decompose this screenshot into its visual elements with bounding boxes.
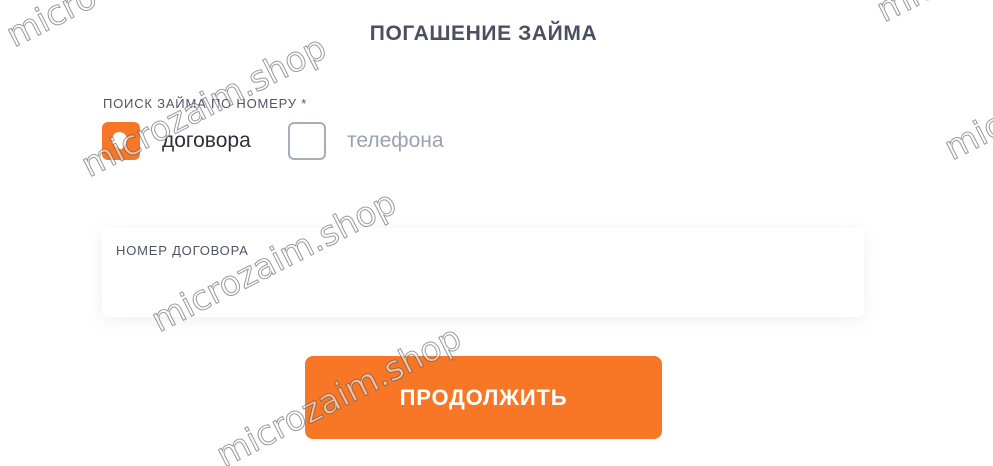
search-option-contract[interactable]: договора [102, 122, 251, 160]
radio-dot-icon [109, 129, 130, 150]
watermark-text: micr [937, 98, 993, 169]
radio-unchecked-icon[interactable] [288, 122, 326, 160]
search-by-number-label: ПОИСК ЗАЙМА ПО НОМЕРУ * [103, 96, 308, 111]
page-title: ПОГАШЕНИЕ ЗАЙМА [369, 22, 598, 45]
loan-repayment-page: ПОГАШЕНИЕ ЗАЙМА ПОИСК ЗАЙМА ПО НОМЕРУ * … [0, 0, 993, 466]
contract-number-input[interactable] [116, 268, 850, 304]
continue-button[interactable]: ПРОДОЛЖИТЬ [305, 356, 662, 439]
search-option-contract-label: договора [162, 129, 251, 152]
search-option-phone-label: телефона [347, 129, 444, 152]
search-option-phone[interactable]: телефона [288, 122, 444, 160]
radio-checked-icon[interactable] [102, 122, 140, 160]
contract-number-field[interactable]: НОМЕР ДОГОВОРА [102, 228, 864, 317]
contract-number-label: НОМЕР ДОГОВОРА [116, 243, 249, 258]
